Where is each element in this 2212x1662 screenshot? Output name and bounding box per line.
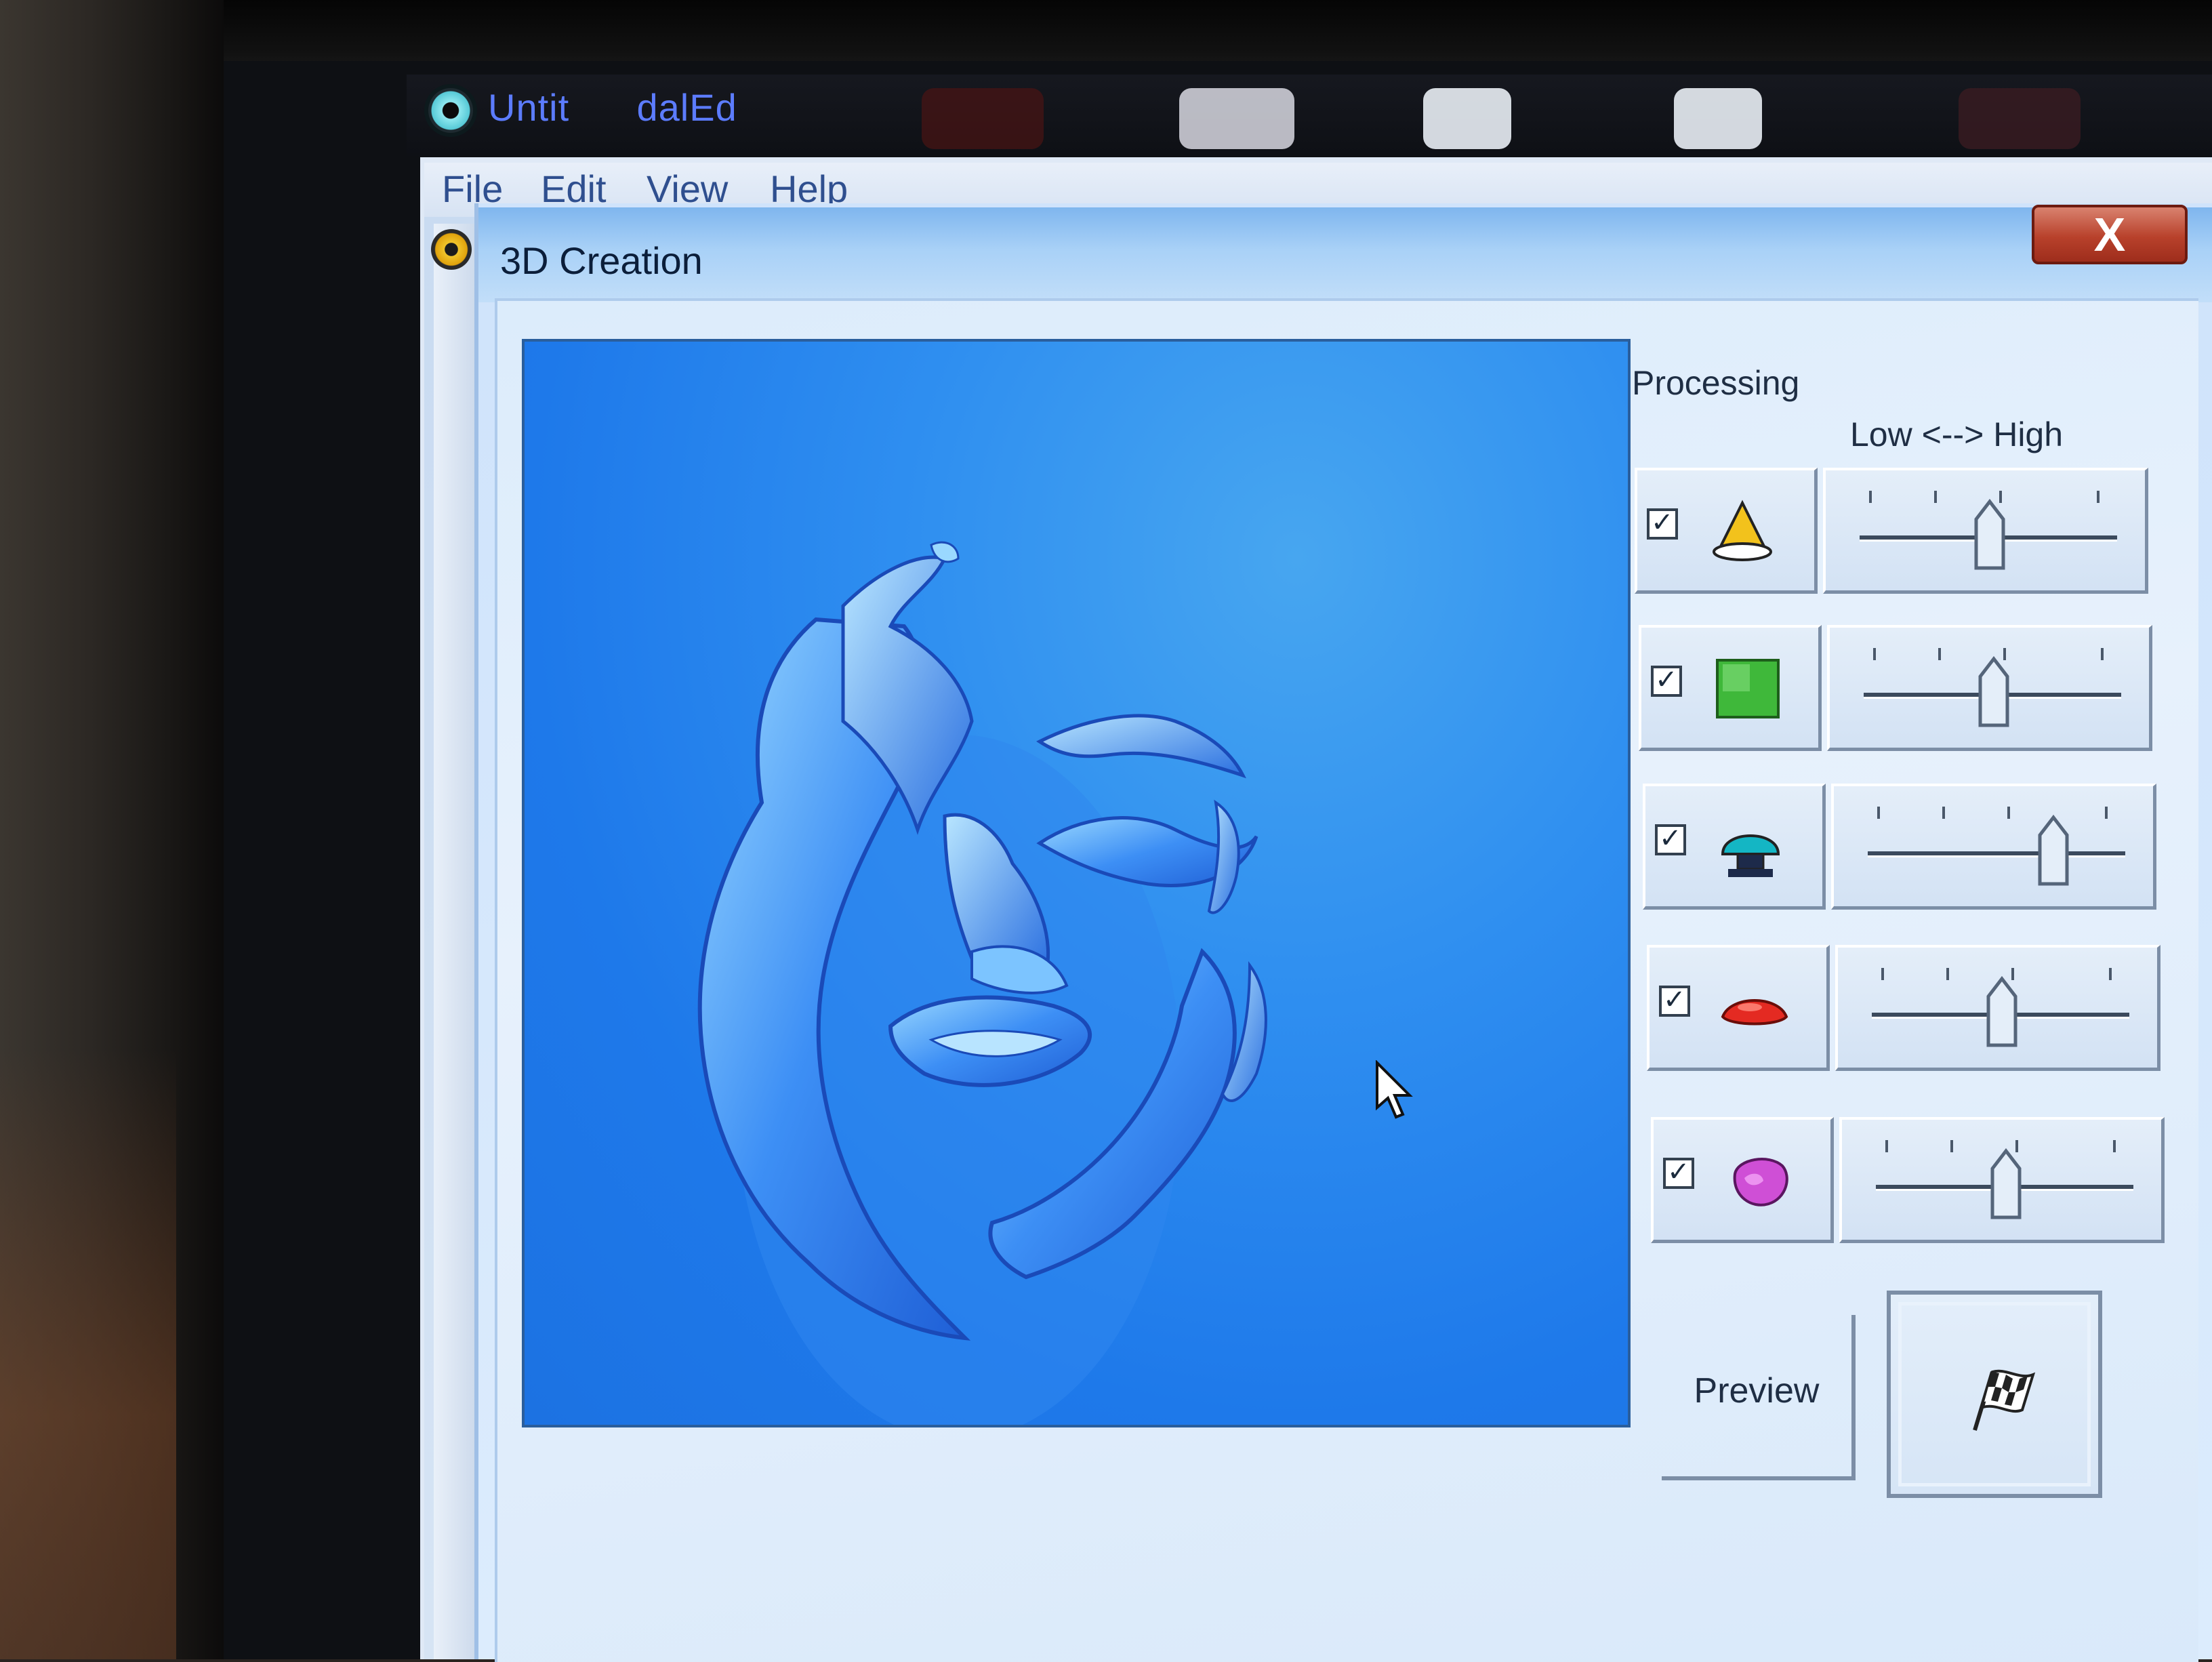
slider-tick <box>2109 968 2112 980</box>
checkbox-dome[interactable]: ✓ <box>1655 824 1686 855</box>
close-icon: X <box>2093 208 2126 261</box>
slider-tick <box>1946 968 1949 980</box>
slider-thumb[interactable] <box>1973 499 2006 571</box>
slider-thumb[interactable] <box>1990 1148 2022 1220</box>
slider-thumb[interactable] <box>2037 815 2070 887</box>
relief-face-image <box>697 541 1267 1425</box>
texture-icon <box>1716 659 1780 718</box>
slider-thumb[interactable] <box>1978 656 2010 728</box>
checkbox-lens[interactable]: ✓ <box>1659 985 1690 1017</box>
cone-icon <box>1713 500 1772 561</box>
slider-tick <box>1873 648 1876 660</box>
option-dome: ✓ <box>1643 784 1826 910</box>
taskbar-thumbnail[interactable] <box>1959 88 2081 149</box>
lens-icon <box>1721 999 1788 1026</box>
slider-tick <box>1950 1140 1953 1152</box>
slider-dome[interactable] <box>1831 784 2156 910</box>
taskbar-thumbnail[interactable] <box>1674 88 1762 149</box>
low-high-range-label: Low <--> High <box>1850 416 2064 453</box>
check-mark: ✓ <box>1667 1157 1690 1187</box>
slider-tick <box>2097 491 2100 503</box>
checkbox-blob[interactable]: ✓ <box>1663 1157 1694 1189</box>
preview-button-label: Preview <box>1694 1371 1820 1411</box>
option-texture: ✓ <box>1639 625 1822 751</box>
checkbox-texture[interactable]: ✓ <box>1651 665 1682 697</box>
check-mark: ✓ <box>1659 824 1682 853</box>
taskbar-thumbnail[interactable] <box>922 88 1044 149</box>
slider-tick <box>1869 491 1872 503</box>
app-title: Untit dalEd <box>488 86 737 129</box>
check-mark: ✓ <box>1651 508 1674 538</box>
processing-label: Processing <box>1632 364 1800 402</box>
slider-tick <box>1938 648 1941 660</box>
check-mark: ✓ <box>1655 665 1678 695</box>
preview-button[interactable]: Preview <box>1662 1315 1856 1480</box>
taskbar-thumbnail[interactable] <box>1179 88 1294 149</box>
slider-tick <box>2105 807 2108 819</box>
slider-texture[interactable] <box>1827 625 2152 751</box>
dome-icon <box>1721 834 1780 877</box>
finish-button[interactable] <box>1887 1291 2102 1498</box>
check-mark: ✓ <box>1663 985 1686 1015</box>
slider-tick <box>2113 1140 2116 1152</box>
slider-lens[interactable] <box>1835 945 2160 1071</box>
child-window-icon <box>431 229 472 270</box>
option-blob: ✓ <box>1651 1117 1834 1243</box>
dialog-title: 3D Creation <box>500 239 703 282</box>
taskbar-thumbnail[interactable] <box>1423 88 1511 149</box>
option-cone: ✓ <box>1635 468 1818 594</box>
slider-blob[interactable] <box>1839 1117 2165 1243</box>
slider-track <box>1868 851 2125 855</box>
checkbox-cone[interactable]: ✓ <box>1647 508 1678 540</box>
dialog-title-bar[interactable] <box>478 207 2212 302</box>
slider-thumb[interactable] <box>1986 976 2018 1048</box>
slider-cone[interactable] <box>1823 468 2148 594</box>
slider-tick <box>1877 807 1880 819</box>
checkered-flag-icon <box>1973 1369 2036 1431</box>
mouse-cursor-icon <box>1376 1060 1413 1119</box>
slider-tick <box>2101 648 2104 660</box>
close-button[interactable]: X <box>2032 205 2188 264</box>
slider-tick <box>1881 968 1884 980</box>
slider-tick <box>1942 807 1945 819</box>
app-logo-icon <box>428 88 473 133</box>
slider-tick <box>1885 1140 1888 1152</box>
slider-tick <box>2007 807 2010 819</box>
slider-tick <box>1934 491 1937 503</box>
monitor-bezel-left <box>0 0 224 1659</box>
blob-icon <box>1733 1158 1788 1207</box>
option-lens: ✓ <box>1647 945 1830 1071</box>
relief-preview-canvas[interactable] <box>522 339 1631 1427</box>
